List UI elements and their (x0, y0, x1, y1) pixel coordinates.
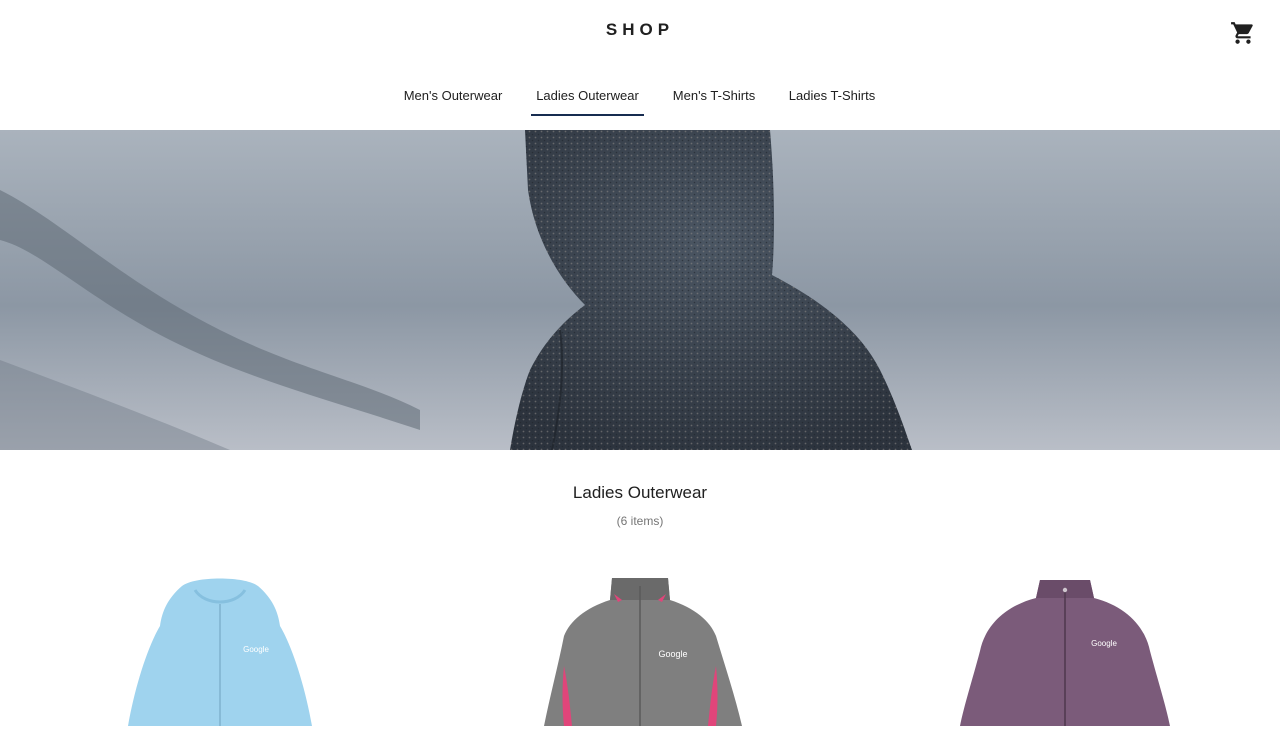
gray-pink-jacket-image: Google (544, 578, 742, 726)
tab-mens-outerwear[interactable]: Men's Outerwear (398, 88, 508, 116)
light-blue-hoodie-image: Google (128, 578, 312, 726)
shopping-cart-icon[interactable] (1230, 20, 1256, 46)
tab-ladies-outerwear[interactable]: Ladies Outerwear (531, 88, 644, 116)
product-card-purple-jacket[interactable]: Google (940, 576, 1180, 726)
product-card-gray-jacket[interactable]: Google (520, 576, 760, 726)
person-in-hooded-sweater-image (0, 130, 1280, 450)
category-title: Ladies Outerwear (572, 483, 708, 502)
product-card-light-blue-hoodie[interactable]: Google (100, 576, 340, 726)
app-header: SHOP (0, 0, 1280, 64)
google-logo-text: Google (1091, 639, 1117, 648)
category-tabs: Men's Outerwear Ladies Outerwear Men's T… (0, 80, 1280, 120)
purple-fleece-jacket-image: Google (960, 580, 1170, 726)
tab-ladies-tshirts[interactable]: Ladies T-Shirts (784, 88, 880, 116)
cart-button[interactable] (1230, 20, 1256, 46)
category-item-count: (6 items) (616, 514, 664, 528)
google-logo-text: Google (658, 649, 687, 659)
google-logo-text: Google (243, 645, 269, 654)
tab-mens-tshirts[interactable]: Men's T-Shirts (666, 88, 762, 116)
shop-logo[interactable]: SHOP (0, 20, 1280, 40)
hero-banner (0, 130, 1280, 450)
